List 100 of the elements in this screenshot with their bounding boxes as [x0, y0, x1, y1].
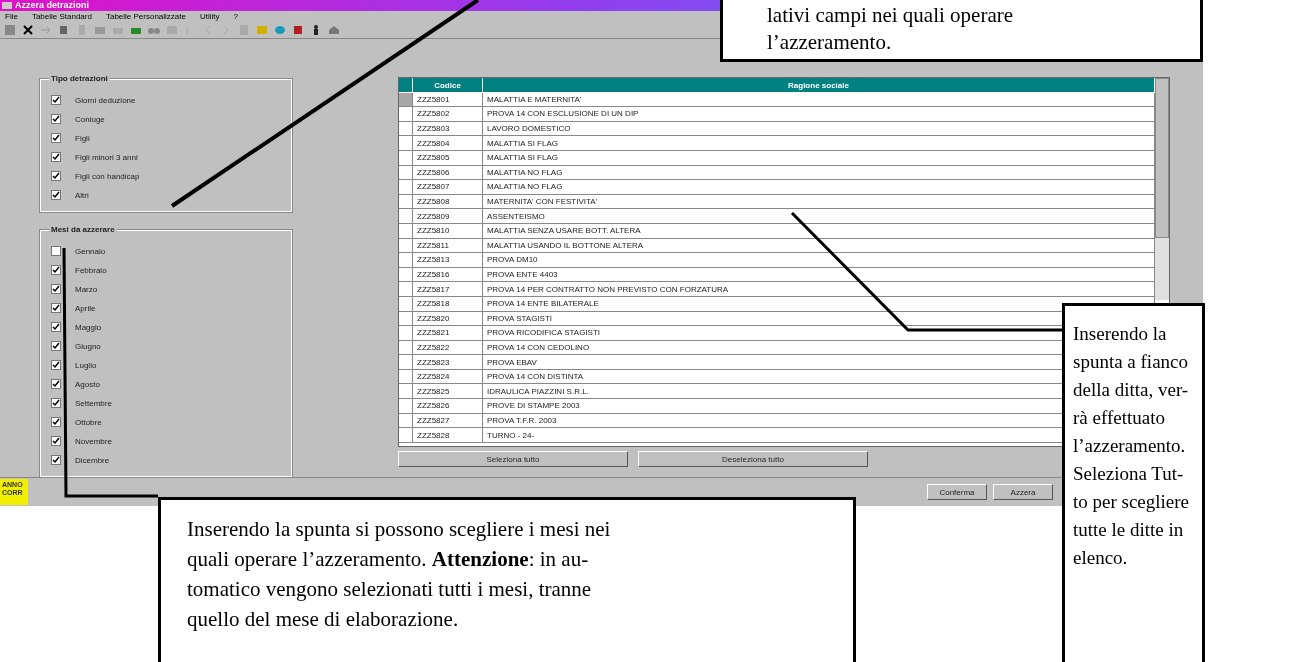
checkbox-label: Febbraio: [75, 265, 107, 275]
row-selector[interactable]: [399, 428, 413, 443]
checkbox-label: Ottobre: [75, 417, 102, 427]
row-selector[interactable]: [399, 282, 413, 297]
table-cell: PROVA ENTE 4403: [483, 267, 1155, 283]
table-cell: PROVA 14 PER CONTRATTO NON PREVISTO CON FORZATURA: [483, 282, 1155, 297]
table-cell: ZZZ5806: [413, 165, 483, 181]
menu-item[interactable]: Utility: [200, 11, 220, 22]
checkbox[interactable]: [51, 303, 61, 313]
select-button[interactable]: Seleziona tutto: [398, 451, 628, 467]
table-cell: ZZZ5818: [413, 296, 483, 312]
table-cell: MALATTIA NO FLAG: [483, 165, 1155, 181]
row-selector[interactable]: [399, 180, 413, 195]
close-icon[interactable]: [22, 24, 34, 36]
table-cell: MALATTIA E MATERNITA': [483, 92, 1155, 108]
checkbox[interactable]: [51, 436, 61, 446]
table-cell: MALATTIA NO FLAG: [483, 180, 1155, 195]
table-cell: ASSENTEISMO: [483, 209, 1155, 224]
scrollbar[interactable]: [1155, 78, 1169, 300]
table-cell: ZZZ5817: [413, 282, 483, 297]
checkbox[interactable]: [51, 246, 61, 256]
table-cell: ZZZ5824: [413, 369, 483, 385]
table-cell: ZZZ5811: [413, 238, 483, 254]
checkbox-label: Dicembre: [75, 455, 110, 465]
group-title: Mesi da azzerare: [49, 225, 117, 234]
table-cell: LAVORO DOMESTICO: [483, 121, 1155, 137]
checkbox-label: Aprile: [75, 303, 96, 313]
table-cell: ZZZ5803: [413, 121, 483, 137]
checkbox[interactable]: [51, 379, 61, 389]
checkbox[interactable]: [51, 341, 61, 351]
table-cell: ZZZ5810: [413, 223, 483, 239]
checkbox-label: Figli: [75, 133, 90, 143]
scrollbar-thumb[interactable]: [1155, 78, 1169, 238]
callout-text: Inserendo la spunta a fianco della ditta, ver- rà effettuato l’azzeramento. Seleziona Tut- to per scegliere tutte le ditte in elenco.: [1062, 303, 1205, 662]
window-title: Azzera detrazioni: [15, 0, 90, 11]
table-cell: MATERNITA' CON FESTIVITA': [483, 194, 1155, 210]
table-cell: ZZZ5816: [413, 267, 483, 283]
checkbox[interactable]: [51, 360, 61, 370]
checkbox-label: Altri: [75, 190, 89, 200]
callout-text: lativi campi nei quali operare l’azzeramento.: [720, 0, 1203, 62]
table-cell: ZZZ5807: [413, 180, 483, 195]
action-button[interactable]: Conferma: [927, 484, 987, 500]
checkbox[interactable]: [51, 417, 61, 427]
row-selector[interactable]: [399, 107, 413, 122]
table-cell: MALATTIA SI FLAG: [483, 136, 1155, 151]
checkbox-label: Figli minori 3 anni: [75, 152, 138, 162]
row-selector[interactable]: [399, 326, 413, 341]
callout-text: Inserendo la spunta si possono scegliere i mesi nei quali operare l’azzeramento. Attenzione: in au- tomatico vengono selezionati tutti i mesi, tranne quello del mese di elaborazione.: [158, 497, 856, 662]
table-cell: ZZZ5823: [413, 355, 483, 370]
table-cell: MALATTIA SENZA USARE BOTT. ALTERA: [483, 223, 1155, 239]
table-cell: ZZZ5802: [413, 107, 483, 122]
table-cell: ZZZ5825: [413, 384, 483, 400]
row-selector[interactable]: [399, 209, 413, 224]
table-cell: ZZZ5826: [413, 399, 483, 414]
menu-item[interactable]: File: [5, 11, 18, 22]
table-cell: ZZZ5813: [413, 253, 483, 268]
table-cell: ZZZ5805: [413, 150, 483, 166]
table-cell: MALATTIA SI FLAG: [483, 150, 1155, 166]
checkbox[interactable]: [51, 190, 61, 200]
checkbox-label: Marzo: [75, 284, 98, 294]
checkbox-label: Coniuge: [75, 114, 105, 124]
row-selector[interactable]: [399, 253, 413, 268]
row-selector[interactable]: [399, 92, 413, 108]
checkbox[interactable]: [51, 114, 61, 124]
checkbox-label: Giugno: [75, 341, 101, 351]
checkbox[interactable]: [51, 284, 61, 294]
table-cell: PROVA 14 CON ESCLUSIONE DI UN DIP: [483, 107, 1155, 122]
checkbox[interactable]: [51, 152, 61, 162]
column-header[interactable]: Codice: [413, 78, 483, 92]
row-selector[interactable]: [399, 384, 413, 400]
group-title: Tipo detrazioni: [49, 74, 110, 83]
checkbox[interactable]: [51, 322, 61, 332]
checkbox-label: Agosto: [75, 379, 100, 389]
table-cell: ZZZ5801: [413, 92, 483, 108]
checkbox[interactable]: [51, 265, 61, 275]
menu-item[interactable]: Tabelle Standard: [31, 11, 92, 22]
row-selector[interactable]: [399, 136, 413, 151]
row-selector[interactable]: [399, 355, 413, 370]
select-button[interactable]: Deseleziona tutto: [638, 451, 868, 467]
table-cell: ZZZ5827: [413, 413, 483, 429]
table-cell: ZZZ5828: [413, 428, 483, 443]
menu-item[interactable]: Tabelle Personalizzate: [105, 11, 186, 22]
checkbox[interactable]: [51, 398, 61, 408]
checkbox[interactable]: [51, 95, 61, 105]
action-button[interactable]: Azzera: [993, 484, 1053, 500]
table-cell: ZZZ5821: [413, 326, 483, 341]
checkbox-label: Novembre: [75, 436, 112, 446]
checkbox[interactable]: [51, 133, 61, 143]
checkbox-label: Figli con handicap: [75, 171, 140, 181]
table-cell: MALATTIA USANDO IL BOTTONE ALTERA: [483, 238, 1155, 254]
column-header[interactable]: Ragione sociale: [483, 78, 1155, 92]
checkbox-label: Giorni deduzione: [75, 95, 136, 105]
table-cell: ZZZ5808: [413, 194, 483, 210]
row-selector[interactable]: [399, 399, 413, 414]
table-cell: PROVA DM10: [483, 253, 1155, 268]
checkbox[interactable]: [51, 171, 61, 181]
house-icon[interactable]: [328, 24, 340, 36]
menu-item[interactable]: ?: [233, 11, 238, 22]
checkbox[interactable]: [51, 455, 61, 465]
table-cell: ZZZ5804: [413, 136, 483, 151]
